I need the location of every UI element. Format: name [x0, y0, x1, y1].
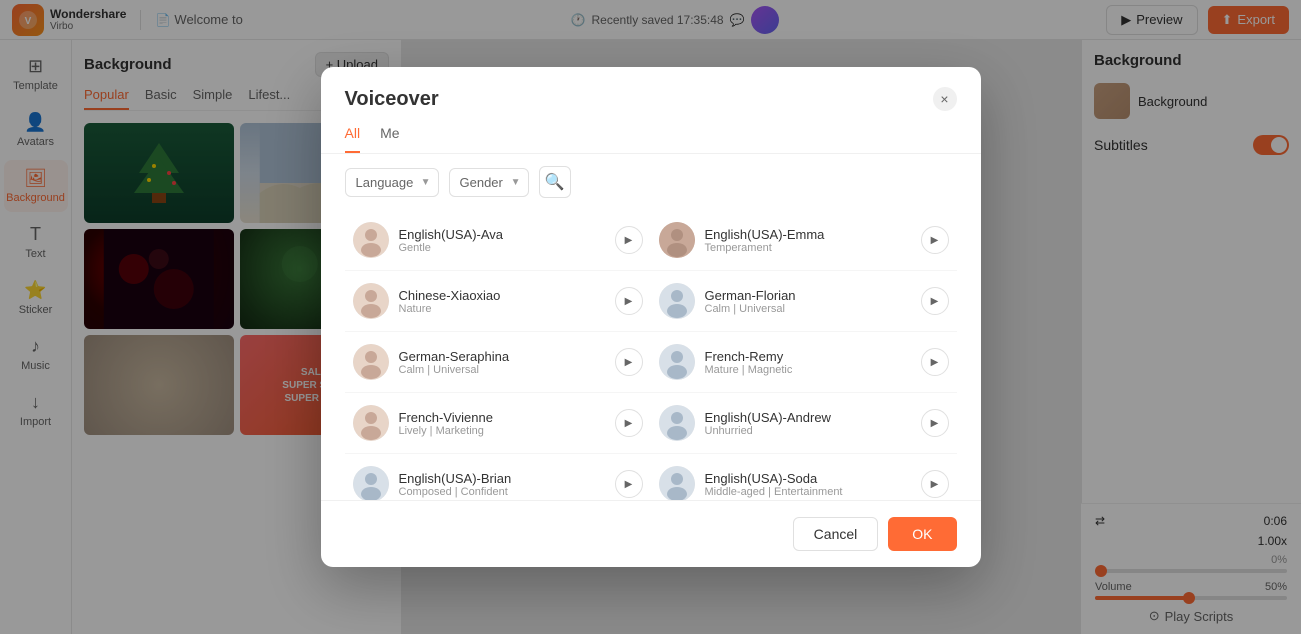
- voice-play-vivienne[interactable]: ▶: [615, 409, 643, 437]
- voice-item-seraphina: German-Seraphina Calm | Universal ▶: [345, 332, 651, 393]
- voice-tags-florian: Calm | Universal: [705, 303, 796, 315]
- ok-button[interactable]: OK: [888, 517, 956, 551]
- modal-tab-me[interactable]: Me: [380, 125, 399, 153]
- modal-overlay[interactable]: Voiceover × All Me Language ▼ Gender ▼ 🔍: [0, 0, 1301, 634]
- voice-item-xiaoxiao: Chinese-Xiaoxiao Nature ▶: [345, 271, 651, 332]
- voice-item-brian: English(USA)-Brian Composed | Confident …: [345, 454, 651, 500]
- modal-body: English(USA)-Ava Gentle ▶ English(USA)-E…: [321, 210, 981, 500]
- search-icon: 🔍: [545, 172, 565, 192]
- voice-avatar-andrew: [659, 405, 695, 441]
- voice-play-florian[interactable]: ▶: [921, 287, 949, 315]
- voice-play-emma[interactable]: ▶: [921, 226, 949, 254]
- voice-play-seraphina[interactable]: ▶: [615, 348, 643, 376]
- voice-name-ava: English(USA)-Ava: [399, 227, 504, 242]
- language-filter: Language ▼: [345, 168, 439, 197]
- language-select[interactable]: Language: [345, 168, 439, 197]
- voice-play-andrew[interactable]: ▶: [921, 409, 949, 437]
- voice-avatar-seraphina: [353, 344, 389, 380]
- modal-footer: Cancel OK: [321, 500, 981, 567]
- voice-tags-seraphina: Calm | Universal: [399, 364, 510, 376]
- voice-name-seraphina: German-Seraphina: [399, 349, 510, 364]
- voice-tags-emma: Temperament: [705, 242, 825, 254]
- voiceover-modal: Voiceover × All Me Language ▼ Gender ▼ 🔍: [321, 67, 981, 567]
- voice-avatar-brian: [353, 466, 389, 500]
- cancel-button[interactable]: Cancel: [793, 517, 879, 551]
- voice-avatar-xiaoxiao: [353, 283, 389, 319]
- voice-tags-ava: Gentle: [399, 242, 504, 254]
- voice-avatar-ava: [353, 222, 389, 258]
- voice-avatar-emma: [659, 222, 695, 258]
- voice-name-florian: German-Florian: [705, 288, 796, 303]
- modal-tab-all[interactable]: All: [345, 125, 361, 153]
- modal-title: Voiceover: [345, 88, 439, 111]
- voice-tags-vivienne: Lively | Marketing: [399, 425, 493, 437]
- voice-item-soda: English(USA)-Soda Middle-aged | Entertai…: [651, 454, 957, 500]
- voice-tags-andrew: Unhurried: [705, 425, 831, 437]
- voice-item-remy: French-Remy Mature | Magnetic ▶: [651, 332, 957, 393]
- voice-item-florian: German-Florian Calm | Universal ▶: [651, 271, 957, 332]
- voice-name-soda: English(USA)-Soda: [705, 471, 843, 486]
- voice-name-vivienne: French-Vivienne: [399, 410, 493, 425]
- search-button[interactable]: 🔍: [539, 166, 571, 198]
- voice-play-brian[interactable]: ▶: [615, 470, 643, 498]
- voice-grid: English(USA)-Ava Gentle ▶ English(USA)-E…: [345, 210, 957, 500]
- voice-tags-remy: Mature | Magnetic: [705, 364, 793, 376]
- voice-tags-soda: Middle-aged | Entertainment: [705, 486, 843, 498]
- voice-tags-xiaoxiao: Nature: [399, 303, 501, 315]
- voice-item-emma: English(USA)-Emma Temperament ▶: [651, 210, 957, 271]
- voice-avatar-remy: [659, 344, 695, 380]
- voice-tags-brian: Composed | Confident: [399, 486, 512, 498]
- gender-filter: Gender ▼: [449, 168, 529, 197]
- voice-name-emma: English(USA)-Emma: [705, 227, 825, 242]
- voice-play-remy[interactable]: ▶: [921, 348, 949, 376]
- voice-play-xiaoxiao[interactable]: ▶: [615, 287, 643, 315]
- modal-header: Voiceover ×: [321, 67, 981, 125]
- modal-tabs: All Me: [321, 125, 981, 154]
- gender-select[interactable]: Gender: [449, 168, 529, 197]
- voice-avatar-soda: [659, 466, 695, 500]
- voice-play-soda[interactable]: ▶: [921, 470, 949, 498]
- voice-name-brian: English(USA)-Brian: [399, 471, 512, 486]
- voice-name-andrew: English(USA)-Andrew: [705, 410, 831, 425]
- voice-name-remy: French-Remy: [705, 349, 793, 364]
- voice-name-xiaoxiao: Chinese-Xiaoxiao: [399, 288, 501, 303]
- modal-close-button[interactable]: ×: [933, 87, 957, 111]
- voice-item-ava: English(USA)-Ava Gentle ▶: [345, 210, 651, 271]
- voice-item-andrew: English(USA)-Andrew Unhurried ▶: [651, 393, 957, 454]
- voice-avatar-vivienne: [353, 405, 389, 441]
- modal-filters: Language ▼ Gender ▼ 🔍: [321, 154, 981, 210]
- voice-avatar-florian: [659, 283, 695, 319]
- voice-item-vivienne: French-Vivienne Lively | Marketing ▶: [345, 393, 651, 454]
- voice-play-ava[interactable]: ▶: [615, 226, 643, 254]
